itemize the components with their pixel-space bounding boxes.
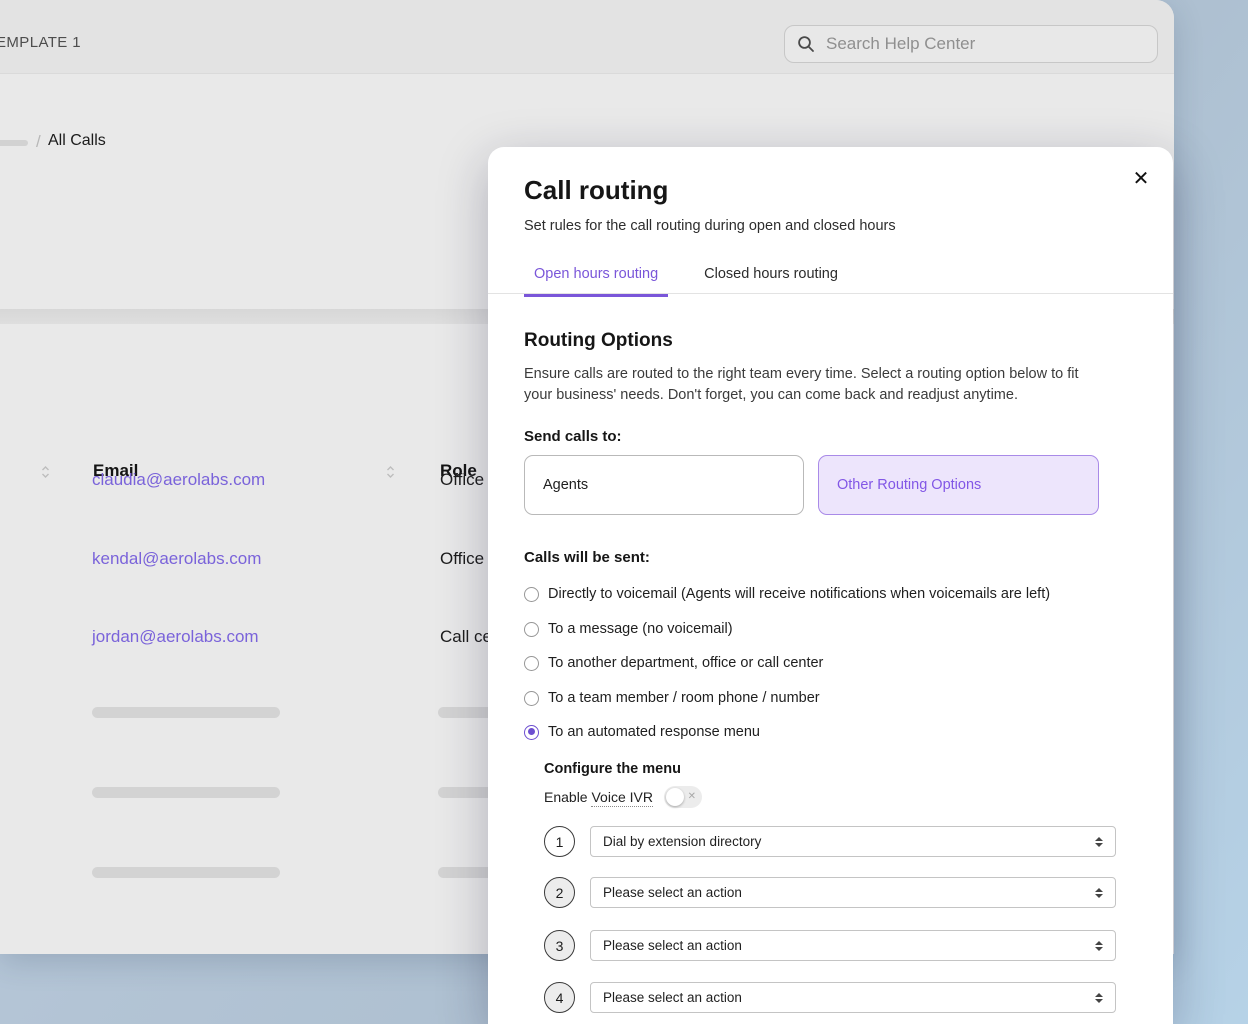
app-header: EMPLATE 1 [0,0,1174,74]
calls-will-be-sent-label: Calls will be sent: [524,549,650,566]
email-link[interactable]: claudia@aerolabs.com [92,470,265,490]
close-icon[interactable]: ✕ [1128,166,1154,192]
skeleton-bar [92,787,280,798]
radio-icon [524,622,539,637]
sort-icon[interactable] [41,465,50,479]
radio-directly-to-voicemail[interactable]: Directly to voicemail (Agents will recei… [524,584,1050,604]
voice-ivr-term: Voice IVR [591,789,652,807]
radio-icon [524,691,539,706]
search-input[interactable] [824,33,1145,55]
routing-options-heading: Routing Options [524,330,673,352]
desktop-background: EMPLATE 1 / All Calls Email Role claudia [0,0,1248,1024]
toggle-off-icon: ✕ [688,792,696,802]
send-calls-to-label: Send calls to: [524,428,622,445]
configure-menu-heading: Configure the menu [544,761,681,777]
send-option-label: Agents [543,477,588,493]
radio-icon-selected [524,725,539,740]
call-routing-modal: ✕ Call routing Set rules for the call ro… [488,147,1173,1024]
email-link[interactable]: jordan@aerolabs.com [92,627,259,647]
menu-action-select-3[interactable]: Please select an action [590,930,1116,961]
role-cell: Office [440,470,484,490]
breadcrumb-current[interactable]: All Calls [48,132,106,150]
menu-step-number: 1 [544,826,575,857]
menu-action-select-1[interactable]: Dial by extension directory [590,826,1116,857]
radio-team-member[interactable]: To a team member / room phone / number [524,688,820,708]
menu-step-number: 2 [544,877,575,908]
menu-action-select-4[interactable]: Please select an action [590,982,1116,1013]
breadcrumb-separator: / [36,132,41,152]
radio-icon [524,656,539,671]
role-cell: Office [440,549,484,569]
enable-voice-ivr-label: Enable Voice IVR [544,789,653,805]
menu-step-number: 4 [544,982,575,1013]
breadcrumb-skeleton [0,140,28,146]
help-center-search[interactable] [784,25,1158,63]
select-arrows-icon [1095,837,1103,847]
send-option-label: Other Routing Options [837,477,981,493]
skeleton-bar [92,867,280,878]
template-label: EMPLATE 1 [0,34,81,51]
radio-automated-response-menu[interactable]: To an automated response menu [524,722,760,742]
search-icon [797,35,815,53]
routing-options-description: Ensure calls are routed to the right tea… [524,364,1102,406]
tabs-divider [488,293,1173,294]
modal-subtitle: Set rules for the call routing during op… [524,218,896,234]
select-arrows-icon [1095,993,1103,1003]
send-option-other-routing[interactable]: Other Routing Options [818,455,1099,515]
menu-step-number: 3 [544,930,575,961]
radio-to-a-message[interactable]: To a message (no voicemail) [524,619,733,639]
role-cell: Call ce [440,627,492,647]
enable-voice-ivr-row: Enable Voice IVR ✕ [544,786,702,808]
menu-action-select-2[interactable]: Please select an action [590,877,1116,908]
radio-icon [524,587,539,602]
select-arrows-icon [1095,941,1103,951]
select-arrows-icon [1095,888,1103,898]
toggle-knob [666,788,684,806]
skeleton-bar [92,707,280,718]
sort-icon[interactable] [386,465,395,479]
email-link[interactable]: kendal@aerolabs.com [92,549,261,569]
send-option-agents[interactable]: Agents [524,455,804,515]
modal-title: Call routing [524,175,668,206]
radio-another-department[interactable]: To another department, office or call ce… [524,653,823,673]
voice-ivr-toggle[interactable]: ✕ [664,786,702,808]
